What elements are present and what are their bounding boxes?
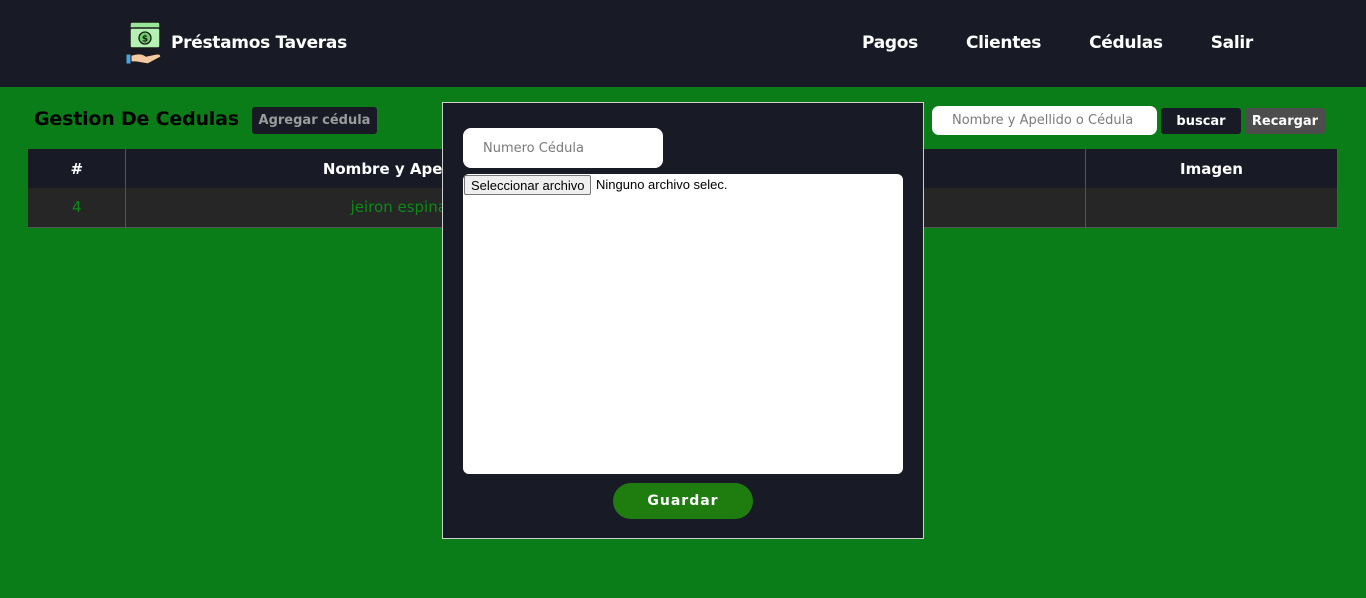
add-cedula-button[interactable]: Agregar cédula [252,107,377,134]
money-hand-icon: $ [125,20,164,66]
nav-link-clientes[interactable]: Clientes [966,33,1041,53]
column-header-id: # [28,149,127,188]
select-file-button[interactable]: Seleccionar archivo [464,175,592,195]
file-status-label: Ninguno archivo selec. [596,177,728,192]
cell-image [1085,188,1338,228]
cedula-number-input[interactable] [463,128,663,168]
image-preview-area: Seleccionar archivo Ninguno archivo sele… [463,174,903,474]
nav-link-salir[interactable]: Salir [1211,33,1254,53]
column-header-image: Imagen [1085,149,1338,188]
page-title: Gestion De Cedulas [34,108,239,130]
navbar: $ Préstamos Taveras Pagos Clientes Cédul… [0,0,1366,87]
search-input[interactable] [932,106,1157,135]
brand-title: Préstamos Taveras [171,33,347,53]
nav-link-cedulas[interactable]: Cédulas [1089,33,1163,53]
nav-links: Pagos Clientes Cédulas Salir [862,33,1253,53]
save-button[interactable]: Guardar [613,483,753,519]
nav-link-pagos[interactable]: Pagos [862,33,918,53]
search-button[interactable]: buscar [1161,108,1241,134]
brand[interactable]: $ Préstamos Taveras [125,20,347,66]
reload-button[interactable]: Recargar [1245,108,1325,134]
add-cedula-modal: Seleccionar archivo Ninguno archivo sele… [442,102,924,539]
cell-id: 4 [28,188,127,228]
svg-text:$: $ [142,35,148,45]
